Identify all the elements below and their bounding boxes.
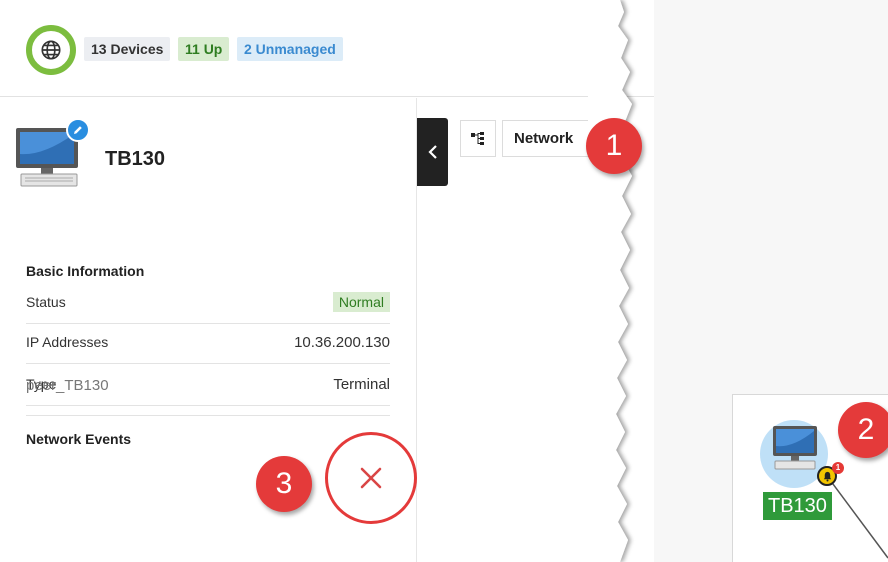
status-badge: Normal	[332, 292, 390, 312]
close-icon[interactable]	[325, 432, 417, 524]
unmanaged-count-badge[interactable]: 2 Unmanaged	[237, 37, 343, 61]
callout-1: 1	[586, 118, 642, 174]
callout-2: 2	[838, 402, 888, 458]
callout-3: 3	[256, 456, 312, 512]
alarm-count-badge: 1	[832, 462, 844, 474]
network-event-label: peer_TB130	[26, 377, 109, 394]
globe-icon[interactable]	[26, 25, 76, 75]
info-row-ip-addresses: IP Addresses 10.36.200.130	[26, 326, 390, 364]
up-count-badge[interactable]: 11 Up	[178, 37, 230, 61]
pencil-icon[interactable]	[66, 118, 90, 142]
network-events-heading: Network Events	[26, 431, 132, 447]
link-line	[830, 480, 888, 559]
topology-tree-icon[interactable]	[460, 120, 496, 157]
basic-information-heading: Basic Information	[26, 263, 145, 279]
torn-edge-divider	[588, 0, 633, 562]
devices-count-badge[interactable]: 13 Devices	[84, 37, 171, 61]
ip-addresses-value: 10.36.200.130	[294, 334, 390, 351]
computer-icon[interactable]	[767, 424, 823, 474]
ip-addresses-label: IP Addresses	[26, 334, 109, 350]
device-name: TB130	[105, 148, 166, 170]
map-node-label[interactable]: TB130	[763, 492, 832, 520]
info-row-status: Status Normal	[26, 286, 390, 324]
status-label: Status	[26, 294, 66, 310]
chevron-left-icon[interactable]	[417, 118, 448, 186]
network-event-item[interactable]: peer_TB130	[26, 370, 390, 416]
